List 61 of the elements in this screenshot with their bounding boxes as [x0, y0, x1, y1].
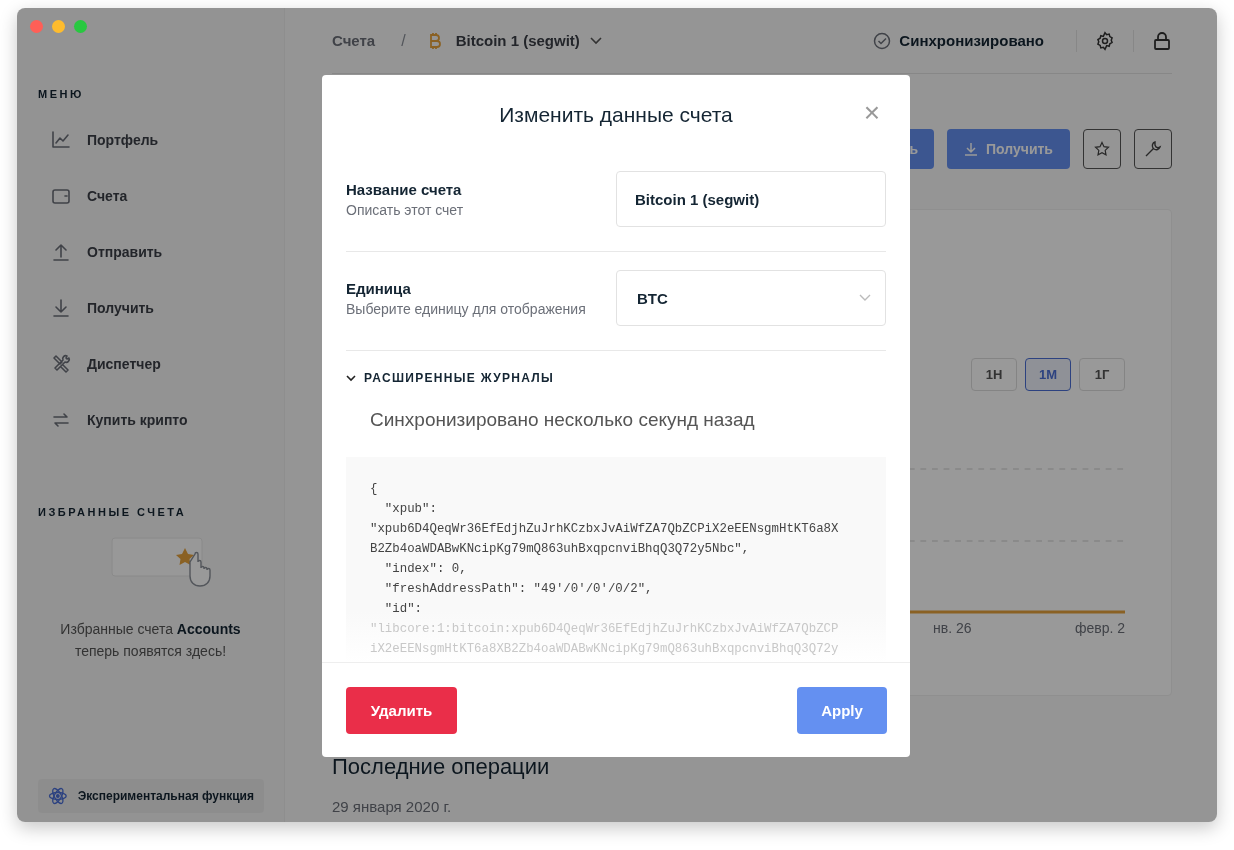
field-label: Название счета	[346, 180, 463, 198]
nav-item[interactable]: Счета	[38, 168, 263, 224]
menu-heading: МЕНЮ	[38, 88, 85, 100]
delete-button[interactable]: Удалить	[346, 686, 457, 734]
favorites-heading: ИЗБРАННЫЕ СЧЕТА	[38, 506, 188, 518]
chevron-down-icon	[589, 36, 602, 45]
axis-label: нв. 26	[933, 620, 972, 636]
range-tab[interactable]: 1М	[1025, 358, 1071, 391]
window-control-dot[interactable]	[30, 20, 43, 33]
chevron-down-icon	[859, 294, 871, 302]
star-icon	[1094, 141, 1110, 157]
field-hint: Выберите единицу для отображения	[346, 300, 586, 317]
code-line: "id":	[383, 601, 424, 618]
code-line: "index": 0,	[383, 561, 468, 578]
code-line: "freshAddressPath": "49'/0'/0'/0/2",	[383, 581, 654, 598]
field-hint: Описать этот счет	[346, 201, 464, 218]
bitcoin-icon	[427, 31, 442, 50]
account-name-field[interactable]: Bitcoin 1 (segwit)	[616, 171, 886, 227]
download-icon	[50, 297, 72, 319]
receive-button[interactable]: Получить	[947, 129, 1070, 169]
nav-item[interactable]: Получить	[38, 280, 263, 336]
settings-icon[interactable]	[1095, 30, 1115, 51]
nav-item[interactable]: Диспетчер	[38, 336, 263, 392]
chart-icon	[50, 129, 72, 151]
wrench-icon	[1144, 140, 1162, 158]
upload-icon	[50, 241, 72, 263]
sync-message: Синхронизировано несколько секунд назад	[369, 408, 756, 432]
atom-icon	[48, 786, 68, 806]
range-tab[interactable]: 1Н	[971, 358, 1017, 391]
field-label: Единица	[346, 279, 412, 297]
section-heading: Последние операции	[332, 754, 551, 780]
wrench-button[interactable]	[1134, 129, 1172, 169]
download-icon	[964, 142, 978, 156]
code-line: "xpub":	[383, 501, 438, 518]
advanced-logs-toggle[interactable]: РАСШИРЕННЫЕ ЖУРНАЛЫ	[346, 351, 555, 385]
tools-icon	[50, 353, 72, 375]
window-control-dot[interactable]	[52, 20, 65, 33]
date-label: 29 января 2020 г.	[332, 798, 453, 815]
chevron-down-icon	[346, 374, 356, 382]
apply-button[interactable]: Apply	[797, 686, 887, 734]
check-circle-icon	[873, 31, 892, 50]
dialog-title: Изменить данные счета	[499, 103, 733, 127]
account-dropdown[interactable]: Bitcoin 1 (segwit)	[449, 31, 608, 50]
range-tab[interactable]: 1Г	[1079, 358, 1125, 391]
breadcrumb-separator: /	[401, 31, 406, 50]
nav-item[interactable]: Купить крипто	[38, 392, 263, 448]
favorites-empty-text: Избранные счета Accounts теперь появятся здесь!	[59, 620, 242, 661]
code-line: "xpub6D4QeqWr36EfEdjhZuJrhKCzbxJvAiWfZA7QbZCPiX2eEENsgmHtKT6a8X	[370, 521, 840, 538]
star-button[interactable]	[1083, 129, 1121, 169]
code-line: B2Zb4oaWDABwKNcipKg79mQ863uhBxqpcnviBhqQ3Q72y5Nbc",	[370, 541, 751, 558]
nav-item[interactable]: Отправить	[38, 224, 263, 280]
nav-item[interactable]: Портфель	[38, 112, 263, 168]
sync-status: Синхронизировано	[899, 32, 1044, 49]
unit-select[interactable]: BTC	[616, 270, 886, 326]
close-button[interactable]: ×	[861, 99, 882, 127]
axis-label: февр. 2	[1074, 620, 1125, 636]
code-line: {	[370, 481, 379, 498]
breadcrumb-link[interactable]: Счета	[332, 32, 376, 49]
lock-icon[interactable]	[1152, 30, 1172, 51]
experimental-feature-button[interactable]: Экспериментальная функция	[38, 779, 264, 813]
window-control-dot[interactable]	[74, 20, 87, 33]
